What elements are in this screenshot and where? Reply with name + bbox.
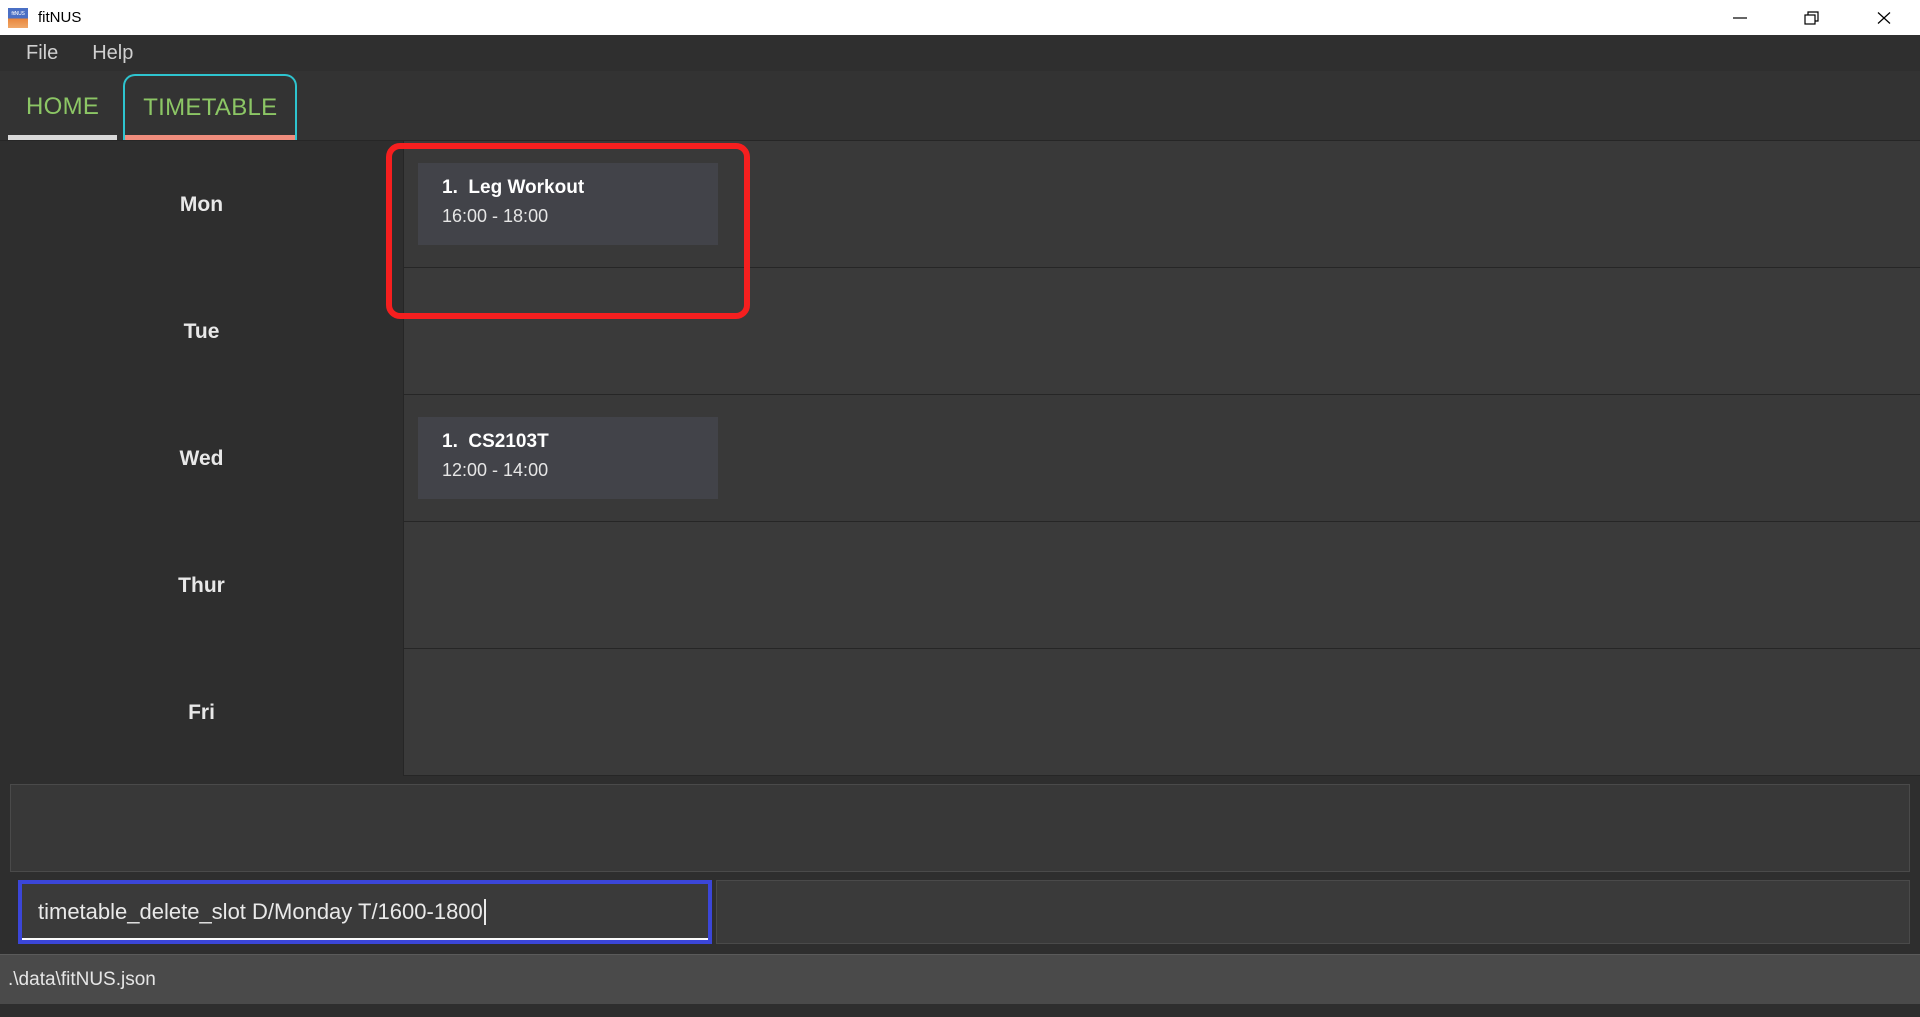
day-label-tue: Tue — [183, 319, 220, 343]
window-title: fitNUS — [38, 9, 82, 26]
tab-home[interactable]: HOME — [8, 74, 118, 140]
command-box-panel: timetable_delete_slot D/Monday T/1600-18… — [0, 878, 1920, 954]
minimize-button[interactable] — [1704, 0, 1776, 35]
tab-timetable-label: TIMETABLE — [143, 94, 278, 121]
menu-item-help[interactable]: Help — [80, 40, 145, 67]
day-label-mon: Mon — [179, 192, 224, 216]
command-input-text: timetable_delete_slot D/Monday T/1600-18… — [38, 899, 483, 924]
minimize-icon — [1733, 16, 1747, 19]
status-bar: .\data\fitNUS.json — [0, 954, 1920, 1004]
close-button[interactable] — [1848, 0, 1920, 35]
window-controls — [1704, 0, 1920, 35]
slot-row-tue[interactable] — [404, 268, 1920, 395]
event-card-leg-workout[interactable]: 1. Leg Workout 16:00 - 18:00 — [418, 163, 718, 245]
restore-button[interactable] — [1776, 0, 1848, 35]
day-label-column: Mon Tue Wed Thur Fri — [0, 141, 403, 776]
event-time: 12:00 - 14:00 — [442, 460, 549, 480]
event-title: 1. CS2103T — [442, 431, 549, 452]
title-bar: fitNUS — [0, 0, 1920, 35]
close-icon — [1877, 11, 1891, 24]
app-icon — [8, 7, 28, 28]
menu-bar: File Help — [0, 35, 1920, 71]
day-label-fri: Fri — [188, 700, 215, 724]
result-display-text — [10, 784, 1910, 872]
restore-icon — [1804, 10, 1819, 25]
slot-row-mon[interactable]: 1. Leg Workout 16:00 - 18:00 — [404, 141, 1920, 268]
slot-column: 1. Leg Workout 16:00 - 18:00 1. CS2103T … — [403, 141, 1920, 776]
command-input[interactable]: timetable_delete_slot D/Monday T/1600-18… — [18, 880, 712, 944]
command-box-background — [716, 880, 1910, 944]
tab-timetable[interactable]: TIMETABLE — [123, 74, 298, 140]
event-card-cs2103t[interactable]: 1. CS2103T 12:00 - 14:00 — [418, 417, 718, 499]
day-label-wed: Wed — [179, 446, 224, 470]
slot-row-thur[interactable] — [404, 522, 1920, 649]
timetable-panel: Mon Tue Wed Thur Fri 1. Leg Workout 16:0… — [0, 140, 1920, 776]
command-input-underline — [22, 938, 708, 940]
event-time: 16:00 - 18:00 — [442, 206, 549, 226]
text-caret — [483, 899, 486, 925]
tab-bar: HOME TIMETABLE — [0, 71, 1920, 140]
event-title: 1. Leg Workout — [442, 177, 585, 198]
slot-row-wed[interactable]: 1. CS2103T 12:00 - 14:00 — [404, 395, 1920, 522]
slot-row-fri[interactable] — [404, 649, 1920, 776]
tab-home-label: HOME — [26, 93, 100, 120]
status-bar-save-location: .\data\fitNUS.json — [8, 968, 156, 990]
menu-item-file[interactable]: File — [14, 40, 70, 67]
result-display-panel — [0, 776, 1920, 878]
day-label-thur: Thur — [178, 573, 225, 597]
